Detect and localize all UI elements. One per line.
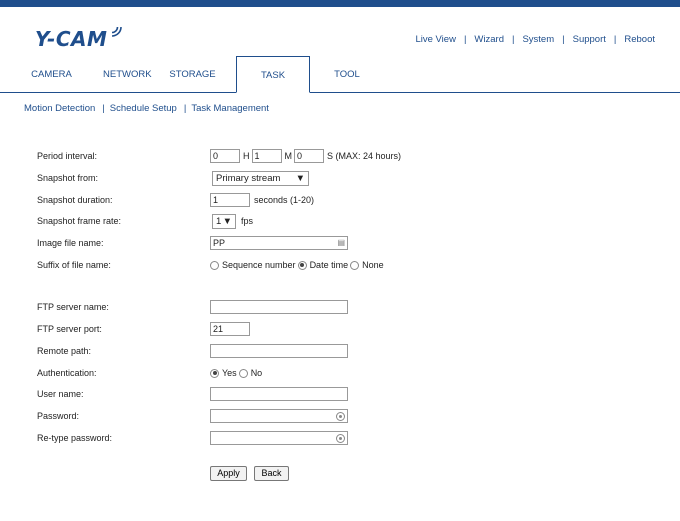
subnav-task-management[interactable]: Task Management — [191, 103, 269, 114]
tab-tool[interactable]: TOOL — [310, 56, 384, 93]
remote-path-input[interactable] — [210, 344, 348, 358]
snapshot-frame-rate-label: Snapshot frame rate: — [37, 216, 122, 226]
seconds-unit: S (MAX: 24 hours) — [327, 151, 402, 161]
system-link[interactable]: System — [522, 34, 554, 45]
frame-rate-unit: fps — [241, 216, 254, 226]
wireless-waves-icon — [111, 26, 122, 37]
user-name-row: User name: — [37, 386, 657, 402]
frame-rate-select[interactable]: 1 ▼ — [212, 213, 236, 229]
image-file-name-value: PP — [213, 238, 226, 248]
ftp-server-port-row: FTP server port: — [37, 321, 657, 337]
apply-button[interactable]: Apply — [210, 465, 247, 481]
snapshot-frame-rate-row: Snapshot frame rate: 1 ▼ fps — [37, 213, 657, 229]
show-password-icon[interactable] — [336, 433, 345, 443]
remote-path-row: Remote path: — [37, 343, 657, 359]
password-label: Password: — [37, 411, 80, 421]
authentication-row: Authentication: Yes No — [37, 365, 657, 381]
tab-camera[interactable]: CAMERA — [0, 56, 103, 93]
user-name-label: User name: — [37, 389, 84, 399]
suffix-sequence-label: Sequence number — [222, 260, 296, 270]
tab-network[interactable]: NETWORK — [103, 56, 152, 93]
snapshot-from-value: Primary stream — [216, 172, 281, 184]
header-links: Live View | Wizard | System | Support | … — [415, 34, 655, 45]
frame-rate-value: 1 — [216, 215, 222, 227]
retype-password-label: Re-type password: — [37, 433, 113, 443]
password-row: Password: — [37, 408, 657, 424]
auth-yes-label: Yes — [222, 368, 237, 378]
snapshot-duration-unit: seconds (1-20) — [254, 195, 315, 205]
snapshot-duration-row: Snapshot duration: seconds (1-20) — [37, 192, 657, 208]
period-minutes-input[interactable] — [251, 149, 282, 163]
suffix-sequence-radio[interactable] — [210, 260, 219, 270]
snapshot-from-select[interactable]: Primary stream ▼ — [212, 170, 309, 186]
retype-password-row: Re-type password: — [37, 430, 657, 446]
snapshot-from-label: Snapshot from: — [37, 173, 99, 183]
tab-task[interactable]: TASK — [236, 56, 310, 93]
live-view-link[interactable]: Live View — [415, 34, 456, 45]
main-tabs: CAMERA NETWORK STORAGE TASK TOOL — [0, 56, 384, 93]
period-interval-label: Period interval: — [37, 151, 98, 161]
authentication-label: Authentication: — [37, 368, 97, 378]
hours-unit: H — [243, 151, 250, 161]
user-name-input[interactable] — [210, 387, 348, 401]
password-input[interactable] — [210, 409, 348, 423]
ftp-server-port-label: FTP server port: — [37, 324, 102, 334]
image-file-name-label: Image file name: — [37, 238, 104, 248]
keyboard-icon: ▤ — [337, 238, 345, 247]
suffix-none-label: None — [362, 260, 384, 270]
period-seconds-input[interactable] — [294, 149, 324, 163]
period-interval-row: Period interval: H M S (MAX: 24 hours) — [37, 148, 657, 164]
suffix-label: Suffix of file name: — [37, 260, 111, 270]
suffix-none-radio[interactable] — [350, 260, 360, 270]
ftp-server-name-label: FTP server name: — [37, 302, 109, 312]
support-link[interactable]: Support — [573, 34, 606, 45]
snapshot-duration-input[interactable] — [210, 193, 250, 207]
image-file-name-row: Image file name: PP ▤ — [37, 235, 657, 251]
reboot-link[interactable]: Reboot — [624, 34, 655, 45]
subnav-motion-detection[interactable]: Motion Detection — [24, 103, 95, 114]
snapshot-duration-label: Snapshot duration: — [37, 195, 113, 205]
image-file-name-input[interactable]: PP ▤ — [210, 236, 348, 250]
top-accent-bar — [0, 0, 680, 7]
ftp-server-port-input[interactable] — [210, 322, 250, 336]
wizard-link[interactable]: Wizard — [474, 34, 504, 45]
ycam-logo: Y-CAM — [35, 27, 108, 51]
suffix-datetime-radio[interactable] — [297, 260, 307, 270]
period-hours-input[interactable] — [210, 149, 240, 163]
ftp-server-name-input[interactable] — [210, 300, 348, 314]
auth-no-radio[interactable] — [238, 368, 248, 378]
remote-path-label: Remote path: — [37, 346, 92, 356]
suffix-datetime-label: Date time — [309, 260, 349, 270]
snapshot-from-row: Snapshot from: Primary stream ▼ — [37, 170, 657, 186]
minutes-unit: M — [284, 151, 293, 161]
suffix-row: Suffix of file name: Sequence number Dat… — [37, 257, 657, 273]
ftp-server-name-row: FTP server name: — [37, 299, 657, 315]
chevron-down-icon: ▼ — [222, 215, 232, 227]
chevron-down-icon: ▼ — [295, 172, 305, 184]
auth-no-label: No — [250, 368, 263, 378]
show-password-icon[interactable] — [336, 411, 345, 421]
tab-storage[interactable]: STORAGE — [149, 56, 236, 93]
auth-yes-radio[interactable] — [210, 368, 219, 378]
subnav-schedule-setup[interactable]: Schedule Setup — [110, 103, 177, 114]
back-button[interactable]: Back — [254, 465, 289, 481]
retype-password-input[interactable] — [210, 431, 348, 445]
action-buttons: Apply Back — [37, 465, 657, 481]
sub-navigation: Motion Detection | Schedule Setup | Task… — [24, 103, 269, 114]
